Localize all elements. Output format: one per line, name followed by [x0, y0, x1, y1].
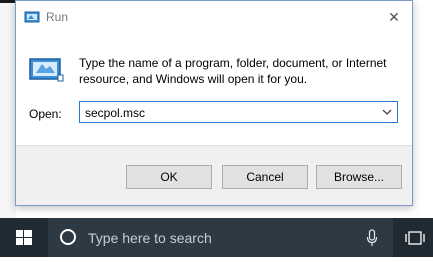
task-view-icon[interactable]: [405, 230, 425, 246]
dialog-footer: OK Cancel Browse...: [16, 145, 412, 205]
ok-button[interactable]: OK: [126, 165, 212, 189]
open-input[interactable]: secpol.msc: [85, 106, 145, 120]
close-button[interactable]: ✕: [376, 1, 412, 33]
dialog-content: Type the name of a program, folder, docu…: [16, 33, 412, 145]
windows-start-icon: [16, 230, 32, 245]
run-icon: [24, 11, 40, 23]
browse-button[interactable]: Browse...: [316, 165, 402, 189]
open-combobox[interactable]: secpol.msc: [79, 101, 398, 123]
run-dialog: Run ✕ Type the name of a program, folder…: [15, 0, 413, 206]
start-button[interactable]: [0, 218, 48, 257]
search-placeholder: Type here to search: [88, 230, 212, 246]
cortana-icon: [60, 229, 76, 245]
run-icon: [29, 58, 64, 82]
taskbar-search-box[interactable]: Type here to search: [48, 218, 393, 257]
title-bar[interactable]: Run ✕: [16, 1, 412, 33]
microphone-icon[interactable]: [366, 229, 378, 247]
taskbar: Type here to search: [0, 218, 433, 257]
dialog-description: Type the name of a program, folder, docu…: [79, 56, 387, 86]
desktop-background: [0, 0, 16, 218]
close-icon: ✕: [388, 9, 400, 25]
cancel-button[interactable]: Cancel: [222, 165, 308, 189]
open-label: Open:: [29, 107, 62, 121]
chevron-down-icon[interactable]: [381, 105, 393, 119]
dialog-title: Run: [46, 10, 69, 24]
